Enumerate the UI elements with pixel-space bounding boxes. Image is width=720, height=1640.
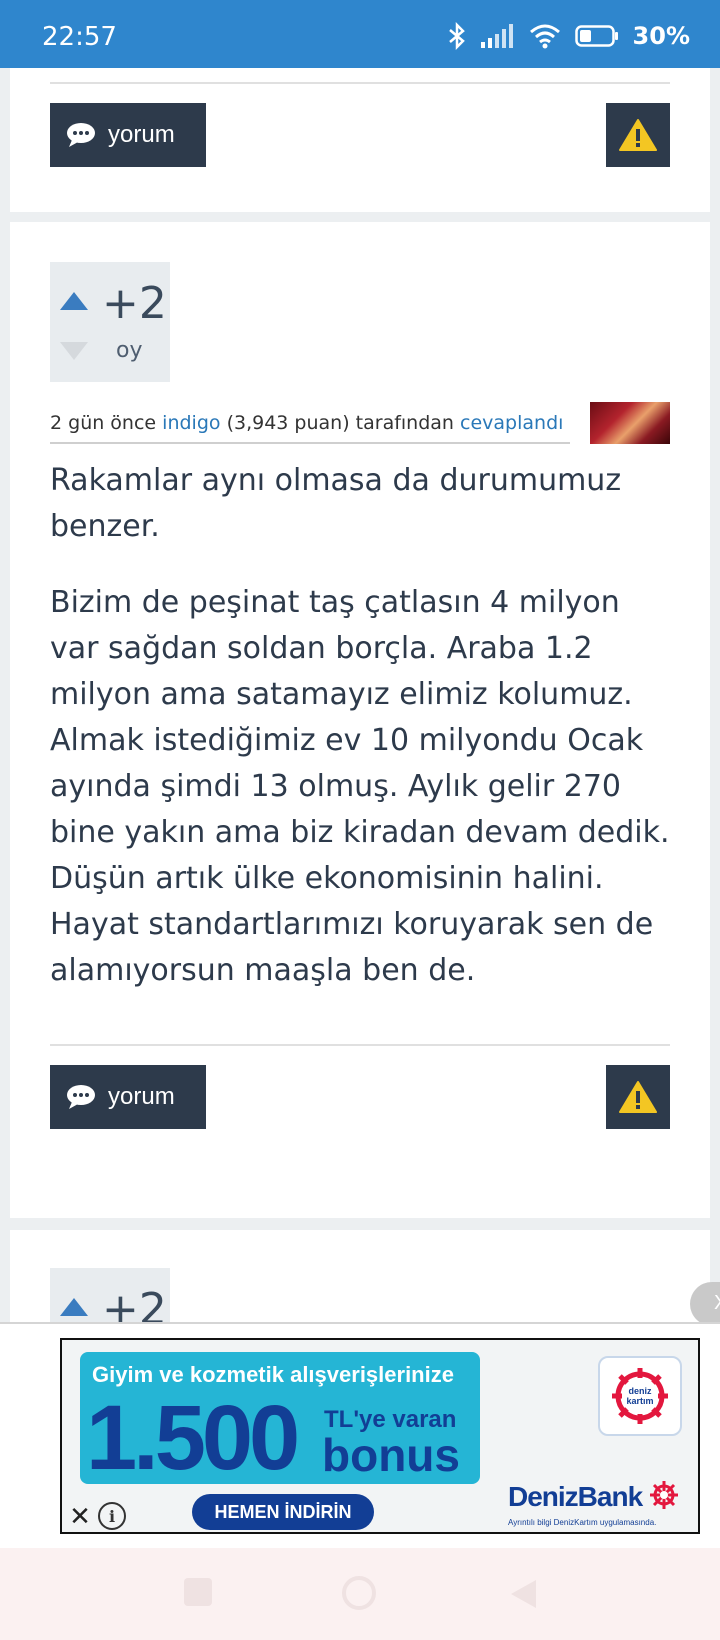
ad-creative[interactable]: Giyim ve kozmetik alışverişlerinize 1.50…	[60, 1338, 700, 1534]
comment-button-label: yorum	[108, 1083, 175, 1110]
status-icons: 30%	[447, 22, 690, 50]
warning-icon	[619, 1081, 657, 1113]
next-answer-card: +2	[10, 1230, 710, 1330]
ad-brand: DenizBank	[508, 1480, 679, 1513]
previous-answer-card: yorum	[10, 68, 710, 212]
ad-brand-name: DenizBank	[508, 1481, 643, 1512]
ad-cta-button[interactable]: HEMEN İNDİRİN	[192, 1494, 374, 1530]
system-nav-bar	[0, 1548, 720, 1640]
denizbank-wheel-icon	[649, 1481, 678, 1509]
divider	[50, 82, 670, 84]
battery-icon	[574, 25, 618, 47]
answer-meta: 2 gün önce indigo (3,943 puan) tarafında…	[50, 406, 570, 444]
vote-box: +2 oy	[50, 262, 170, 382]
vote-box: +2	[50, 1268, 170, 1330]
ad-bonus: bonus	[322, 1429, 460, 1481]
svg-text:kartım: kartım	[626, 1396, 653, 1406]
comment-button[interactable]: yorum	[50, 103, 206, 167]
flag-button[interactable]	[606, 103, 670, 167]
warning-icon	[619, 119, 657, 151]
by-label: tarafından	[355, 412, 454, 434]
ship-wheel-icon: deniz kartım	[612, 1368, 668, 1424]
ad-fine-print: Ayrıntılı bilgi DenizKartım uygulamasınd…	[508, 1518, 657, 1527]
ad-headline: Giyim ve kozmetik alışverişlerinize	[92, 1362, 454, 1387]
flag-button[interactable]	[606, 1065, 670, 1129]
recents-button[interactable]	[184, 1578, 212, 1606]
svg-text:deniz: deniz	[628, 1386, 652, 1396]
vote-up-icon[interactable]	[58, 1296, 90, 1318]
speech-bubble-icon	[67, 123, 95, 147]
author-points: (3,943 puan)	[226, 412, 350, 434]
ad-close-icon[interactable]: ✕	[64, 1500, 96, 1532]
ad-banner: Giyim ve kozmetik alışverişlerinize 1.50…	[0, 1322, 720, 1548]
author-link[interactable]: indigo	[162, 412, 220, 434]
answer-time: 2 gün önce	[50, 412, 157, 434]
comment-button-label: yorum	[108, 121, 175, 148]
home-button[interactable]	[342, 1576, 376, 1610]
ad-info-icon[interactable]: i	[98, 1502, 126, 1530]
status-bar: 22:57 30%	[0, 0, 720, 68]
answered-link[interactable]: cevaplandı	[460, 412, 563, 434]
battery-percent: 30%	[632, 22, 690, 50]
answer-card: +2 oy 2 gün önce indigo (3,943 puan) tar…	[10, 222, 710, 1218]
wifi-icon	[529, 24, 560, 49]
vote-count: +2	[102, 278, 167, 329]
divider	[50, 1044, 670, 1046]
bluetooth-icon	[448, 22, 465, 50]
vote-up-icon[interactable]	[58, 290, 90, 312]
avatar[interactable]	[590, 402, 670, 444]
vote-down-icon[interactable]	[58, 340, 90, 362]
answer-paragraph: Rakamlar aynı olmasa da durumumuz benzer…	[50, 463, 622, 544]
status-time: 22:57	[42, 22, 117, 52]
ad-amount: 1.500	[86, 1387, 300, 1489]
back-button[interactable]	[508, 1578, 538, 1610]
speech-bubble-icon	[67, 1085, 95, 1109]
denizkartim-logo: deniz kartım	[598, 1356, 682, 1436]
signal-icon	[480, 24, 513, 48]
vote-label: oy	[116, 338, 143, 363]
answer-paragraph: Bizim de peşinat taş çatlasın 4 milyon v…	[50, 585, 670, 988]
comment-button[interactable]: yorum	[50, 1065, 206, 1129]
